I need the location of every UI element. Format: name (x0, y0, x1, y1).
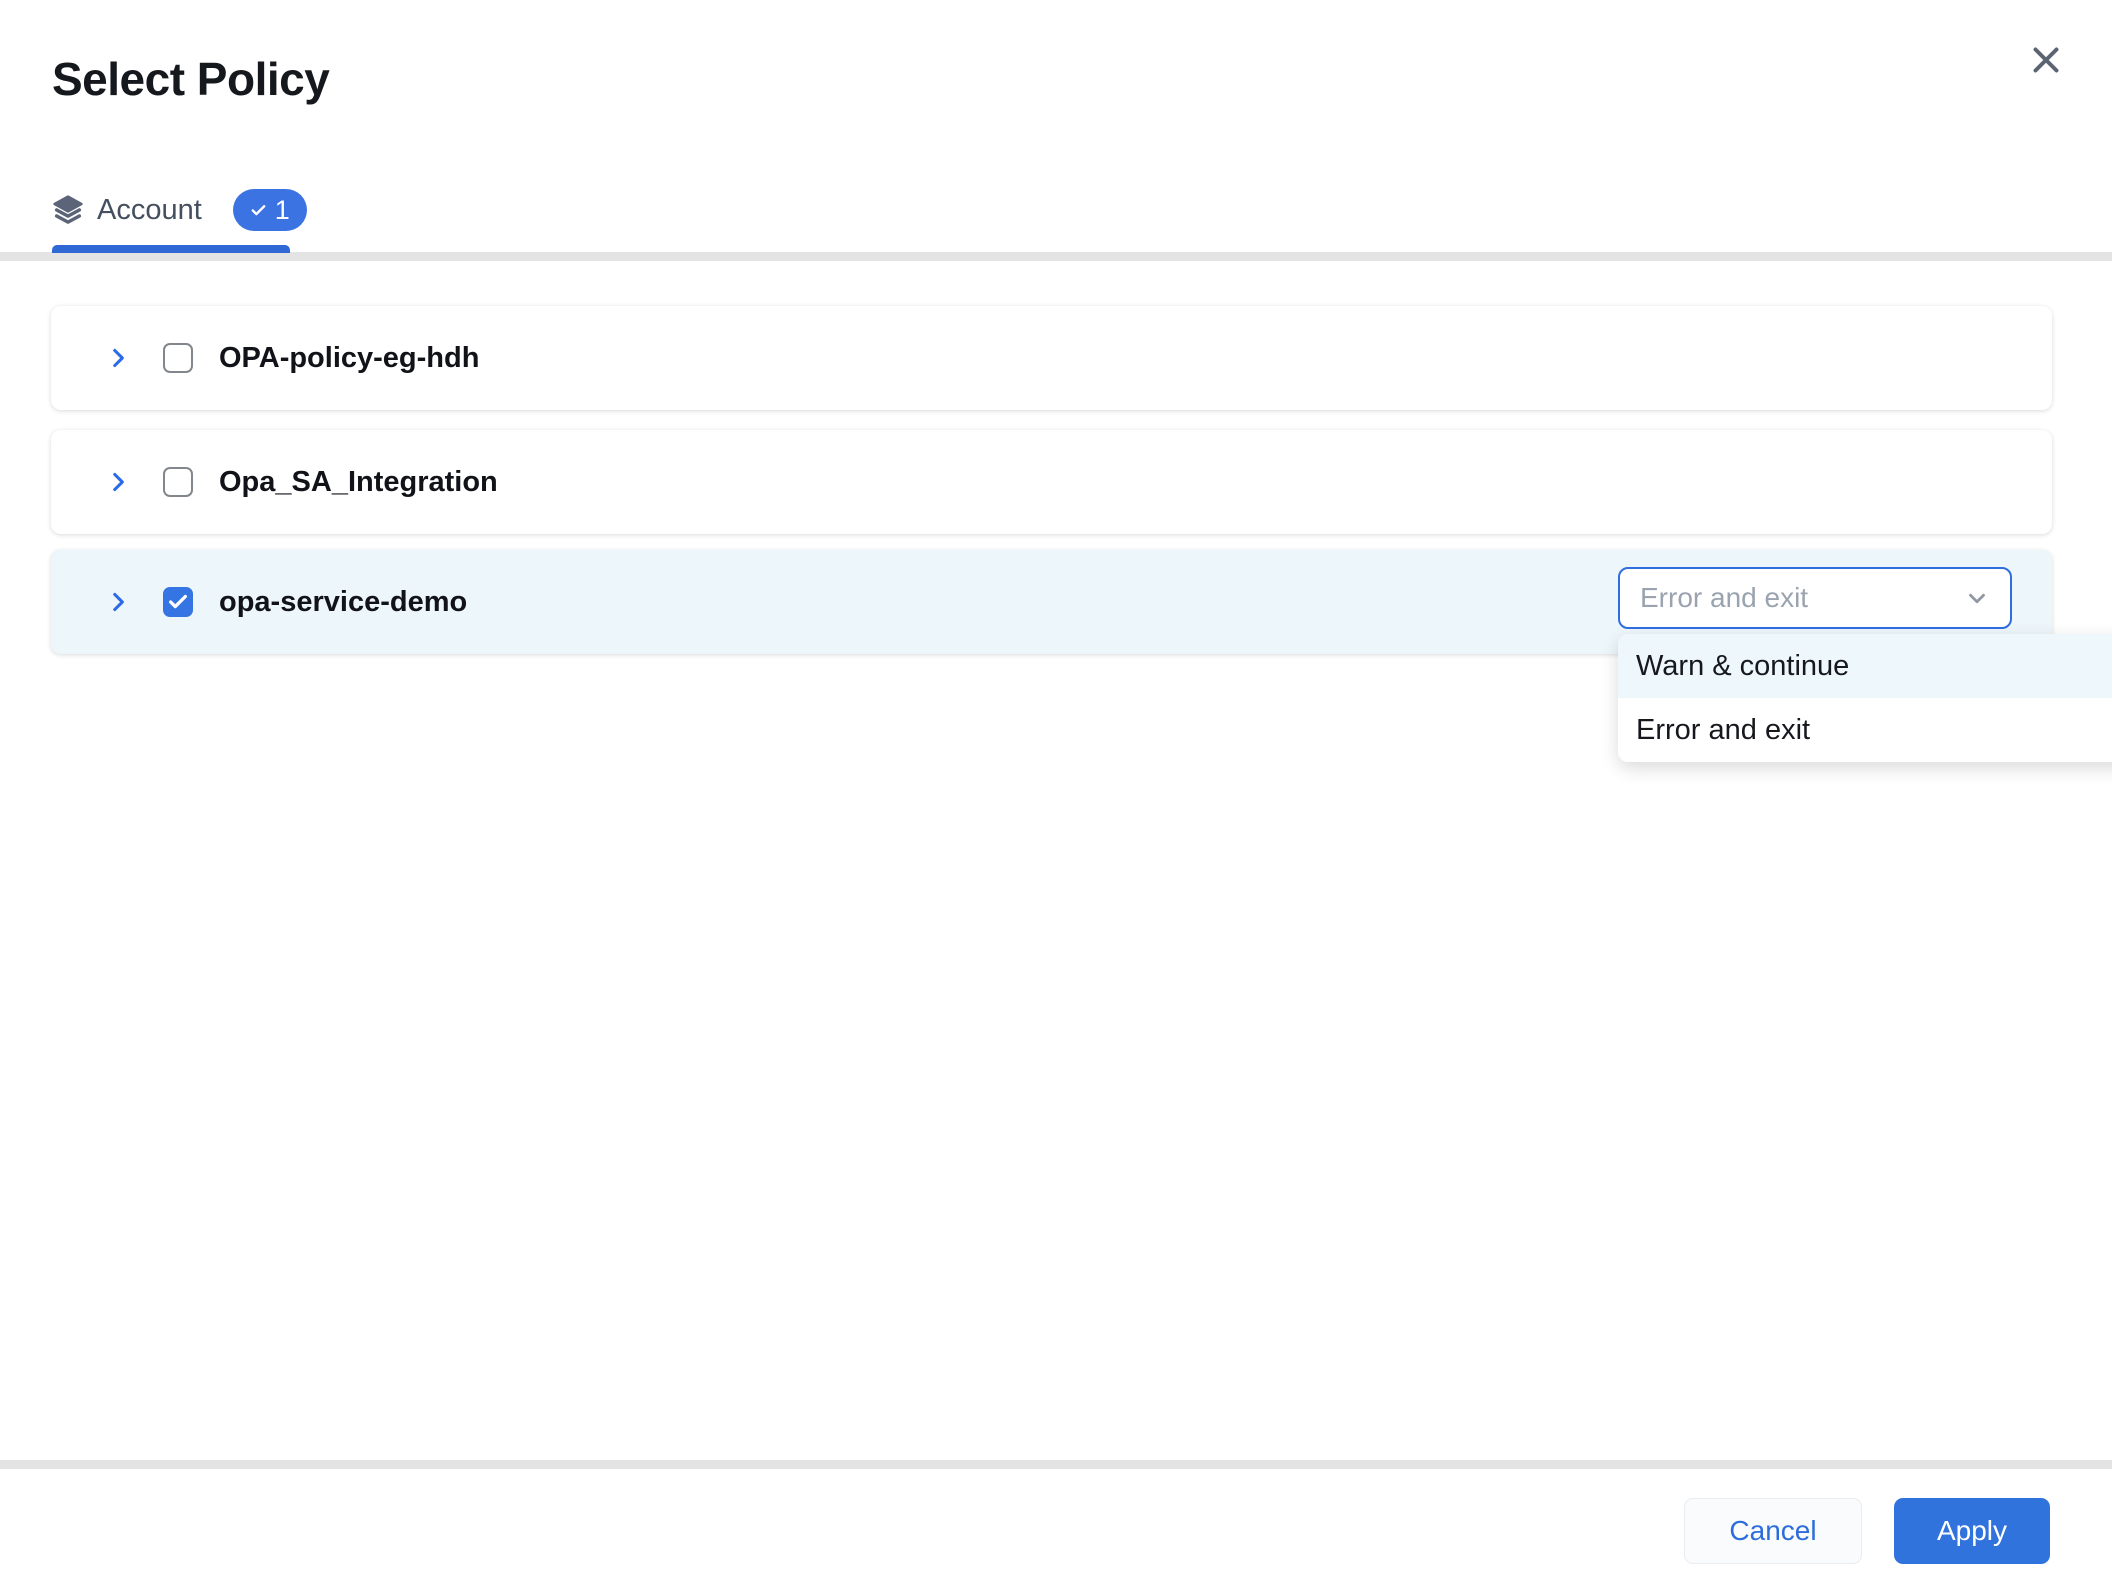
tab-account-label: Account (97, 194, 202, 227)
policy-checkbox[interactable] (163, 467, 193, 497)
chevron-down-icon (1964, 585, 1990, 611)
tab-account[interactable]: Account 1 (52, 189, 307, 231)
chevron-right-icon[interactable] (105, 345, 131, 371)
footer-divider (0, 1460, 2112, 1469)
chevron-right-icon[interactable] (105, 469, 131, 495)
policy-row[interactable]: Opa_SA_Integration (51, 430, 2052, 534)
close-icon (2028, 42, 2064, 78)
policy-row[interactable]: OPA-policy-eg-hdh (51, 306, 2052, 410)
check-icon (250, 202, 267, 219)
chevron-right-icon[interactable] (105, 589, 131, 615)
menu-option-warn-continue[interactable]: Warn & continue (1618, 634, 2112, 698)
close-button[interactable] (2022, 36, 2070, 84)
policy-checkbox[interactable] (163, 343, 193, 373)
enforcement-select-value: Error and exit (1640, 582, 1808, 614)
policy-name: Opa_SA_Integration (219, 466, 498, 499)
policy-name: OPA-policy-eg-hdh (219, 342, 479, 375)
header-divider (0, 252, 2112, 261)
policy-name: opa-service-demo (219, 586, 467, 619)
selected-count-badge: 1 (233, 189, 307, 231)
layers-icon (52, 194, 84, 226)
menu-option-error-exit[interactable]: Error and exit (1618, 698, 2112, 762)
enforcement-select[interactable]: Error and exit (1618, 567, 2012, 629)
select-policy-modal: Select Policy Account (0, 0, 2112, 1580)
active-tab-underline (52, 245, 290, 253)
page-title: Select Policy (52, 52, 329, 106)
policy-checkbox-checked[interactable] (163, 587, 193, 617)
enforcement-dropdown-menu: Warn & continue Error and exit (1618, 634, 2112, 762)
cancel-button[interactable]: Cancel (1684, 1498, 1862, 1564)
selected-count: 1 (275, 195, 290, 226)
tab-bar: Account 1 (52, 184, 307, 236)
apply-button[interactable]: Apply (1894, 1498, 2050, 1564)
